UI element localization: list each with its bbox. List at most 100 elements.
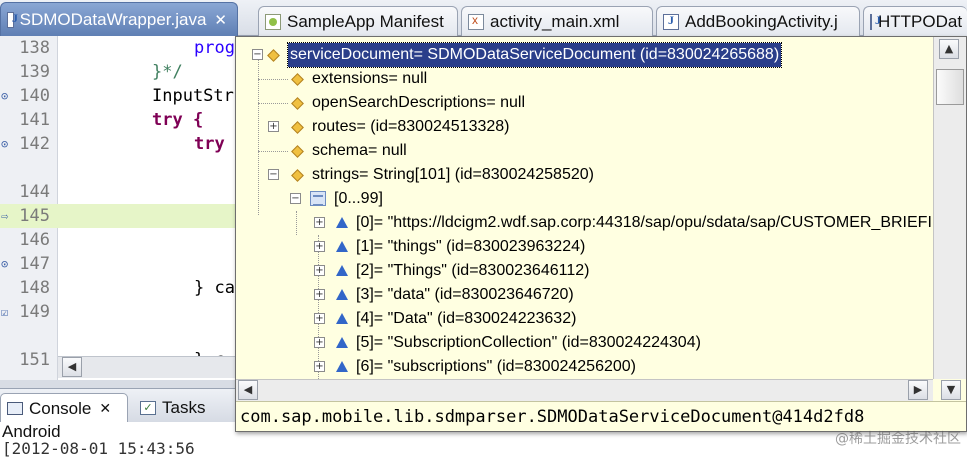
code-text: }*/	[152, 62, 183, 82]
current-execution-line: ⇨ 145	[0, 204, 235, 228]
string-icon	[336, 217, 348, 228]
code-text: try	[194, 134, 225, 154]
selected-variable[interactable]: serviceDocument= SDMODataServiceDocument…	[286, 42, 783, 68]
variable-tree[interactable]: − serviceDocument= SDMODataServiceDocume…	[236, 37, 933, 379]
item-label: [3]= "data" (id=830023646720)	[356, 286, 574, 303]
breakpoint-marker-icon[interactable]: ⊙	[1, 89, 13, 103]
item-label: [2]= "Things" (id=830023646112)	[356, 262, 590, 279]
scroll-left-icon[interactable]: ◀	[62, 357, 82, 377]
close-icon[interactable]: ✕	[214, 11, 227, 29]
expand-icon[interactable]: +	[314, 217, 325, 228]
code-text: try {	[152, 110, 204, 130]
breakpoint-marker-icon[interactable]: ⊙	[1, 257, 13, 271]
task-marker-icon[interactable]: ☑	[1, 305, 13, 319]
line-number: 142	[19, 134, 50, 154]
scroll-down-icon[interactable]: ▼	[941, 380, 961, 400]
field-icon	[267, 49, 280, 62]
tab-httpodat[interactable]: HTTPODat	[863, 6, 967, 36]
line-number: 147	[19, 254, 50, 274]
console-icon	[7, 402, 23, 415]
tab-sdmodatawrapper[interactable]: SDMODataWrapper.java ✕	[0, 2, 238, 36]
expand-icon[interactable]: +	[314, 241, 325, 252]
expand-icon[interactable]: +	[314, 361, 325, 372]
watermark: @稀土掘金技术社区	[835, 431, 961, 447]
tab-console[interactable]: Console ✕	[0, 393, 128, 423]
scrollbar-thumb[interactable]	[936, 69, 964, 105]
field-label: strings= String[101] (id=830024258520)	[312, 166, 594, 183]
java-file-icon	[870, 13, 881, 30]
tree-row-item[interactable]: + [3]= "data" (id=830023646720)	[236, 283, 933, 307]
field-label: extensions= null	[312, 70, 428, 87]
tab-tasks[interactable]: ✓ Tasks	[134, 393, 234, 423]
tree-row-root[interactable]: − serviceDocument= SDMODataServiceDocume…	[236, 42, 933, 68]
code-editor[interactable]: 138 prog 139 }*/ ⊙ 140 InputStr 141 try …	[0, 36, 235, 380]
tree-row-field[interactable]: + routes= (id=830024513328)	[236, 115, 933, 139]
tree-row-item[interactable]: + [0]= "https://ldcigm2.wdf.sap.corp:443…	[236, 211, 933, 235]
tree-row-item[interactable]: + [2]= "Things" (id=830023646112)	[236, 259, 933, 283]
editor-tab-bar: SDMODataWrapper.java ✕ SampleApp Manifes…	[0, 0, 967, 36]
breakpoint-marker-icon[interactable]: ⊙	[1, 137, 13, 151]
tree-row-item[interactable]: + [4]= "Data" (id=830024223632)	[236, 307, 933, 331]
tab-activity-main[interactable]: activity_main.xml	[461, 6, 653, 36]
item-label: [1]= "things" (id=830023963224)	[356, 238, 586, 255]
tree-row-range[interactable]: − [0...99]	[236, 187, 933, 211]
tree-row-field[interactable]: openSearchDescriptions= null	[236, 91, 933, 115]
tab-label: SampleApp Manifest	[287, 11, 444, 31]
tree-row-field[interactable]: schema= null	[236, 139, 933, 163]
tab-label: Tasks	[162, 398, 206, 417]
collapse-icon[interactable]: −	[252, 49, 263, 60]
line-number: 144	[19, 182, 50, 202]
line-number: 140	[19, 86, 50, 106]
expand-icon[interactable]: +	[314, 313, 325, 324]
string-icon	[336, 241, 348, 252]
tree-row-item[interactable]: + [5]= "SubscriptionCollection" (id=8300…	[236, 331, 933, 355]
scroll-right-icon[interactable]: ▶	[908, 380, 928, 400]
code-line: 146	[0, 228, 235, 252]
java-file-icon	[7, 11, 17, 28]
line-number: 146	[19, 230, 50, 250]
tree-row-item[interactable]: + [1]= "things" (id=830023963224)	[236, 235, 933, 259]
string-icon	[336, 337, 348, 348]
code-line: 138 prog	[0, 36, 235, 60]
item-label: [6]= "subscriptions" (id=830024256200)	[356, 358, 636, 375]
collapse-icon[interactable]: −	[268, 169, 279, 180]
tree-row-item[interactable]: + [6]= "subscriptions" (id=830024256200)	[236, 355, 933, 379]
field-label: schema= null	[312, 142, 407, 159]
field-icon	[291, 73, 304, 86]
code-line: 144	[0, 180, 235, 204]
string-icon	[336, 313, 348, 324]
collapse-icon[interactable]: −	[290, 193, 301, 204]
expand-icon[interactable]: +	[314, 337, 325, 348]
java-file-icon	[663, 13, 679, 30]
console-log-line: [2012-08-01 15:43:56	[2, 439, 195, 457]
string-icon	[336, 361, 348, 372]
code-text: } ca	[194, 278, 235, 298]
variable-inspector-popup[interactable]: − serviceDocument= SDMODataServiceDocume…	[235, 36, 967, 432]
item-label: [4]= "Data" (id=830024223632)	[356, 310, 577, 327]
code-line: 148 } ca	[0, 276, 235, 300]
item-label: [0]= "https://ldcigm2.wdf.sap.corp:44318…	[356, 214, 933, 231]
tree-row-field[interactable]: extensions= null	[236, 67, 933, 91]
inspector-vertical-scrollbar[interactable]: ▲	[933, 37, 966, 379]
scroll-left-icon[interactable]: ◀	[238, 380, 258, 400]
xml-file-icon	[468, 13, 484, 30]
editor-horizontal-scrollbar[interactable]: ◀	[58, 356, 235, 378]
line-number: 139	[19, 62, 50, 82]
code-line: ⊙ 142 try	[0, 132, 235, 156]
field-label: routes= (id=830024513328)	[312, 118, 510, 135]
code-line: 141 try {	[0, 108, 235, 132]
tree-row-field[interactable]: − strings= String[101] (id=830024258520)	[236, 163, 933, 187]
line-number: 149	[19, 302, 50, 322]
scroll-up-icon[interactable]: ▲	[939, 39, 959, 59]
close-icon[interactable]: ✕	[99, 400, 111, 417]
expand-icon[interactable]: +	[314, 289, 325, 300]
code-line: ⊙ 140 InputStr	[0, 84, 235, 108]
inspector-horizontal-scrollbar[interactable]: ◀ ▶	[236, 379, 933, 401]
tab-addbookingactivity[interactable]: AddBookingActivity.j	[656, 6, 860, 36]
expand-icon[interactable]: +	[268, 121, 279, 132]
tab-sampleapp-manifest[interactable]: SampleApp Manifest	[258, 6, 458, 36]
line-number: 138	[19, 38, 50, 58]
field-icon	[291, 121, 304, 134]
expand-icon[interactable]: +	[314, 265, 325, 276]
tasks-icon: ✓	[140, 401, 156, 415]
